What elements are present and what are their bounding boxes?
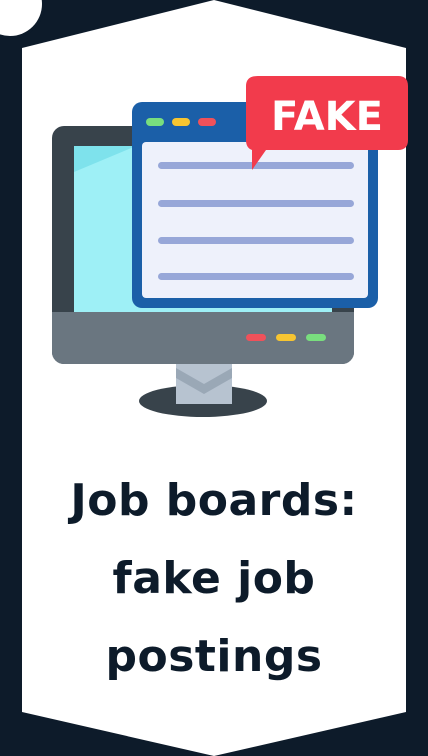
poster: FAKE Job boards: fake job postings — [0, 0, 428, 756]
fake-badge-label: FAKE — [271, 94, 383, 140]
text-line — [158, 273, 354, 280]
bezel-green-dot — [306, 334, 326, 341]
text-line — [158, 200, 354, 207]
headline-line-2: fake job — [112, 553, 316, 604]
window-yellow-dot — [172, 118, 190, 126]
window-red-dot — [198, 118, 216, 126]
bezel-red-dot — [246, 334, 266, 341]
headline: Job boards: fake job postings — [24, 462, 404, 696]
fake-job-posting-computer-icon: FAKE — [52, 76, 408, 417]
window-green-dot — [146, 118, 164, 126]
bezel-yellow-dot — [276, 334, 296, 341]
headline-line-3: postings — [105, 631, 323, 682]
text-line — [158, 237, 354, 244]
headline-line-1: Job boards: — [70, 475, 358, 526]
